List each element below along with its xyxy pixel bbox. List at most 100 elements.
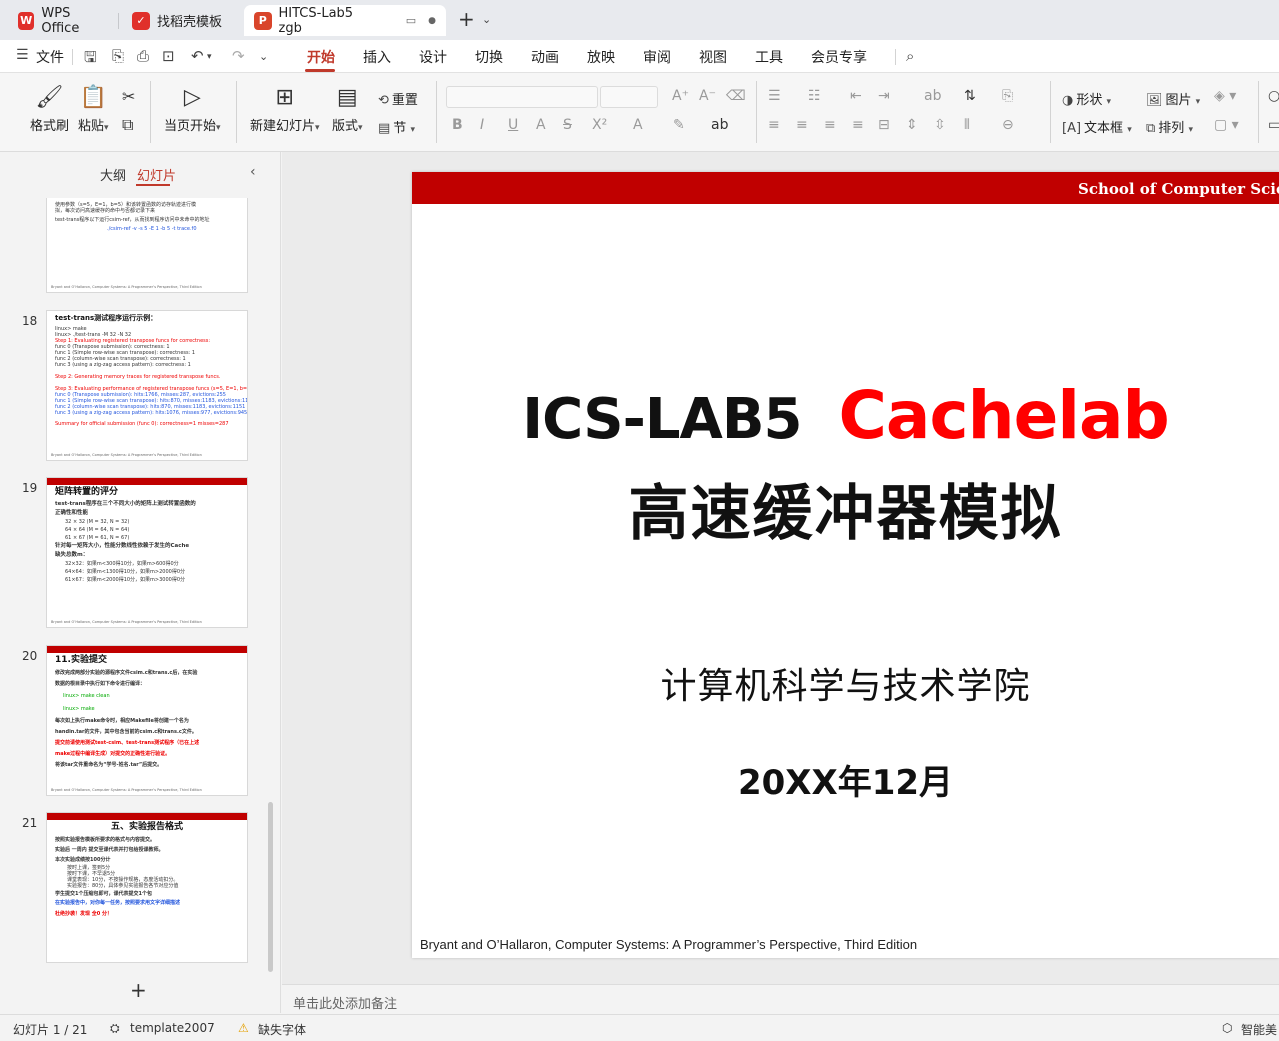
thumb-line: 杜绝抄袭！发现 全0 分！	[55, 911, 112, 917]
smart-beautify-button[interactable]: 智能美	[1241, 1021, 1277, 1038]
layout-button[interactable]: ▤ 版式▾	[332, 85, 363, 134]
font-family-select[interactable]	[446, 86, 598, 108]
distribute-icon[interactable]: ⊟	[878, 117, 890, 133]
undo-dropdown-icon[interactable]: ▾	[207, 52, 212, 62]
line-spacing-icon[interactable]: ⇕	[906, 117, 918, 133]
menu-insert[interactable]: 插入	[363, 47, 391, 67]
wps-logo-icon: W	[18, 11, 35, 30]
save-icon[interactable]: 🖫	[84, 47, 97, 72]
clear-format-icon[interactable]: ⌫	[726, 88, 746, 104]
align-right-icon[interactable]: ≡	[824, 117, 836, 133]
tab-outline[interactable]: 大纲	[100, 165, 126, 184]
menu-view[interactable]: 视图	[699, 47, 727, 67]
copy-icon[interactable]: ⧉	[122, 115, 133, 135]
notes-placeholder: 单击此处添加备注	[293, 997, 398, 1012]
format-painter-label: 格式刷	[30, 119, 70, 134]
arrange-button[interactable]: ⧉ 排列 ▾	[1146, 117, 1193, 136]
share-icon[interactable]: ⎘	[112, 47, 124, 65]
print-preview-icon[interactable]: ⊡	[162, 47, 175, 65]
monitor-icon[interactable]: ▭	[406, 14, 416, 27]
image-button[interactable]: 🖼 图片 ▾	[1146, 89, 1200, 108]
strikethrough-icon[interactable]: S	[563, 117, 572, 133]
italic-icon[interactable]: I	[480, 117, 484, 133]
template-name[interactable]: template2007	[130, 1021, 215, 1035]
align-left-icon[interactable]: ≡	[768, 117, 780, 133]
tab-slides[interactable]: 幻灯片	[137, 165, 176, 184]
increase-font-icon[interactable]: A⁺	[672, 88, 689, 104]
underline-icon[interactable]: U	[508, 117, 518, 133]
decrease-font-icon[interactable]: A⁻	[699, 88, 716, 104]
decrease-indent-icon[interactable]: ⇤	[850, 88, 862, 104]
paste-button[interactable]: 📋 粘贴▾	[78, 85, 109, 134]
bullets-icon[interactable]: ☰	[768, 88, 781, 104]
numbering-icon[interactable]: ☷	[808, 88, 821, 104]
thumb-line: func 3 (using a zig-zag access pattern):…	[55, 362, 191, 368]
menu-review[interactable]: 审阅	[643, 47, 671, 67]
text-shadow-icon[interactable]: A	[536, 117, 546, 133]
slide-counter: 幻灯片 1 / 21	[13, 1023, 88, 1037]
notes-pane[interactable]: 单击此处添加备注	[282, 984, 1279, 1014]
slide-thumbnail-18[interactable]: test-trans测试程序运行示例： linux> make linux> .…	[46, 310, 248, 461]
slide-subtitle[interactable]: 高速缓冲器模拟	[412, 465, 1279, 552]
hamburger-menu-icon[interactable]: ☰	[16, 47, 29, 63]
increase-indent-icon[interactable]: ⇥	[878, 88, 890, 104]
paragraph-spacing-icon[interactable]: ⇳	[934, 117, 946, 133]
menu-transitions[interactable]: 切换	[475, 47, 503, 67]
tab-hitcs-lab5[interactable]: P HITCS-Lab5 zgb ▭ ●	[244, 5, 446, 36]
menu-slideshow[interactable]: 放映	[587, 47, 615, 67]
menu-home[interactable]: 开始	[307, 47, 335, 67]
outline-icon[interactable]: ▢ ▾	[1214, 117, 1239, 133]
more-tools-icon-2[interactable]: ▭	[1268, 117, 1279, 133]
menu-design[interactable]: 设计	[419, 47, 447, 67]
from-current-slide-button[interactable]: ▷ 当页开始▾	[164, 85, 221, 134]
cut-icon[interactable]: ✂	[122, 87, 135, 106]
redo-icon[interactable]: ↷	[232, 47, 245, 65]
panel-scrollbar[interactable]	[268, 802, 273, 972]
tab-wps-office[interactable]: W WPS Office	[8, 5, 116, 36]
slide-thumbnail-20[interactable]: 11.实验提交 修改完成两部分实验的源程序文件csim.c和trans.c后，在…	[46, 645, 248, 796]
current-slide[interactable]: School of Computer Science and Technolog…	[412, 172, 1279, 958]
more-quick-access-icon[interactable]: ⌄	[259, 50, 268, 63]
section-button[interactable]: ▤ 节 ▾	[378, 117, 415, 136]
align-center-icon[interactable]: ≡	[796, 117, 808, 133]
collapse-panel-icon[interactable]: ‹	[250, 164, 256, 180]
slide-thumbnail-17[interactable]: 使用参数（s=5，E=1，b=5）和该转置函数的访存轨迹进行模 拟，每次访问高速…	[46, 198, 248, 293]
textbox-button[interactable]: [A] 文本框 ▾	[1062, 117, 1132, 136]
shape-button[interactable]: ◑ 形状 ▾	[1062, 89, 1111, 108]
text-direction-icon[interactable]: ab	[924, 88, 941, 104]
menu-member[interactable]: 会员专享	[811, 47, 867, 67]
justify-icon[interactable]: ≡	[852, 117, 864, 133]
search-icon[interactable]: ⌕	[906, 47, 914, 65]
menu-animations[interactable]: 动画	[531, 47, 559, 67]
menu-file[interactable]: 文件	[36, 47, 64, 67]
menu-tools[interactable]: 工具	[755, 47, 783, 67]
phonetic-icon[interactable]: ab	[711, 117, 728, 133]
superscript-icon[interactable]: X²	[592, 117, 607, 133]
textbox-icon: [A]	[1062, 121, 1082, 136]
new-slide-button[interactable]: ⊞ 新建幻灯片▾	[250, 85, 320, 134]
new-tab-button[interactable]: +	[458, 9, 475, 29]
convert-icon[interactable]: ⎘	[1002, 88, 1013, 104]
print-icon[interactable]: ⎙	[137, 47, 149, 65]
slide-date[interactable]: 20XX年12月	[412, 755, 1279, 804]
fill-icon[interactable]: ◈ ▾	[1214, 88, 1236, 104]
format-painter-button[interactable]: 🖌 格式刷	[30, 85, 69, 134]
highlight-icon[interactable]: ✎	[673, 117, 685, 133]
slide-college[interactable]: 计算机科学与技术学院	[412, 657, 1279, 709]
slide-title[interactable]: ICS-LAB5 Cachelab	[412, 377, 1279, 454]
add-slide-button[interactable]: +	[130, 978, 147, 1002]
more-tools-icon[interactable]: ○	[1268, 88, 1279, 104]
slide-thumbnail-19[interactable]: 矩阵转置的评分 test-trans程序在三个不同大小的矩阵上测试转置函数的 正…	[46, 477, 248, 628]
tab-docer[interactable]: ✓ 找稻壳模板	[122, 5, 240, 36]
reset-button[interactable]: ⟲ 重置	[378, 89, 418, 108]
missing-font-button[interactable]: 缺失字体	[258, 1021, 306, 1038]
sort-icon[interactable]: ⇅	[964, 88, 976, 104]
font-color-icon[interactable]: A	[633, 117, 643, 133]
columns-icon[interactable]: ⫴	[964, 117, 970, 133]
bold-icon[interactable]: B	[452, 117, 463, 133]
font-size-select[interactable]	[600, 86, 658, 108]
align-text-icon[interactable]: ⊖	[1002, 117, 1014, 133]
slide-thumbnail-21[interactable]: 五、实验报告格式 按照实验报告模板所要求的格式与内容提交。 实验后 一周内 提交…	[46, 812, 248, 963]
undo-icon[interactable]: ↶	[191, 47, 204, 65]
tab-list-dropdown-icon[interactable]: ⌄	[482, 13, 491, 26]
